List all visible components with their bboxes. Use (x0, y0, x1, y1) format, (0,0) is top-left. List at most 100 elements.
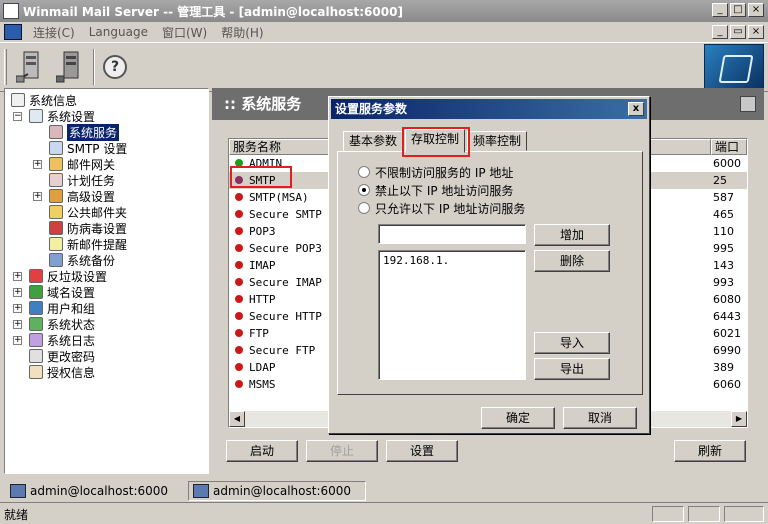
tree-label: 授权信息 (47, 365, 96, 380)
scroll-left-arrow[interactable]: ◀ (229, 411, 245, 427)
expand-toggle[interactable]: + (33, 160, 42, 169)
antivirus-icon (49, 221, 63, 235)
mdi-minimize-button[interactable]: _ (712, 25, 728, 39)
window-title: Winmail Mail Server -- 管理工具 - [admin@loc… (23, 4, 403, 19)
expand-toggle[interactable]: + (13, 288, 22, 297)
tree-label: 系统状态 (47, 317, 96, 332)
service-name: FTP (249, 327, 269, 340)
tree-item-public-folders[interactable]: 公共邮件夹 (49, 204, 127, 220)
tree-item-system-services[interactable]: 系统服务 (49, 123, 120, 141)
refresh-button[interactable]: 刷新 (674, 440, 746, 462)
smtp-highlight-box (230, 166, 292, 188)
status-dot-icon (235, 227, 243, 235)
dialog-title-bar: 设置服务参数 x (331, 99, 647, 119)
stop-button[interactable]: 停止 (306, 440, 378, 462)
tree-label: 系统日志 (47, 333, 96, 348)
radio-button[interactable] (358, 166, 370, 178)
import-button[interactable]: 导入 (534, 332, 610, 354)
export-button[interactable]: 导出 (534, 358, 610, 380)
radio-deny-listed[interactable]: 禁止以下 IP 地址访问服务 (358, 182, 513, 198)
settings-folder-icon (29, 109, 43, 123)
backup-icon (49, 253, 63, 267)
delete-button[interactable]: 删除 (534, 250, 610, 272)
tab-basic-params[interactable]: 基本参数 (343, 131, 404, 151)
expand-toggle[interactable]: + (13, 336, 22, 345)
nav-tree[interactable]: 系统信息 − 系统设置 系统服务 SMTP 设置 + 邮件网关 计划任务 + 高… (4, 88, 209, 474)
status-dot-icon (235, 346, 243, 354)
expand-toggle[interactable]: + (13, 272, 22, 281)
radio-button[interactable] (358, 202, 370, 214)
disconnect-button[interactable] (54, 47, 88, 87)
radio-no-limit[interactable]: 不限制访问服务的 IP 地址 (358, 164, 513, 180)
tree-item-change-password[interactable]: 更改密码 (29, 348, 95, 364)
tree-item-antispam[interactable]: 反垃圾设置 (29, 268, 107, 284)
tree-item-system-backup[interactable]: 系统备份 (49, 252, 115, 268)
menu-window[interactable]: 窗口(W) (159, 23, 210, 42)
tree-item-system-info[interactable]: 系统信息 (11, 92, 77, 108)
tree-item-domains[interactable]: 域名设置 (29, 284, 95, 300)
expand-toggle[interactable]: + (33, 192, 42, 201)
tree-item-system-status[interactable]: 系统状态 (29, 316, 95, 332)
mdi-restore-button[interactable]: ▭ (730, 25, 746, 39)
add-button[interactable]: 增加 (534, 224, 610, 246)
ip-address-input[interactable] (378, 224, 526, 244)
collapse-toggle[interactable]: − (13, 112, 22, 121)
tree-item-scheduled-tasks[interactable]: 计划任务 (49, 172, 115, 188)
settings-button[interactable]: 设置 (386, 440, 458, 462)
menu-language[interactable]: Language (86, 24, 151, 40)
info-icon (11, 93, 25, 107)
start-button[interactable]: 启动 (226, 440, 298, 462)
close-button[interactable]: × (748, 3, 764, 17)
access-control-page: 不限制访问服务的 IP 地址 禁止以下 IP 地址访问服务 只允许以下 IP 地… (337, 151, 643, 395)
radio-label: 只允许以下 IP 地址访问服务 (375, 201, 526, 216)
menu-connect[interactable]: 连接(C) (30, 23, 78, 42)
advanced-icon (49, 189, 63, 203)
service-port: 389 (713, 361, 734, 374)
antispam-icon (29, 269, 43, 283)
maximize-button[interactable]: □ (730, 3, 746, 17)
help-button[interactable]: ? (98, 47, 132, 87)
title-bar: Winmail Mail Server -- 管理工具 - [admin@loc… (0, 0, 768, 22)
ok-button[interactable]: 确定 (481, 407, 555, 429)
ip-list[interactable]: 192.168.1. (378, 250, 526, 380)
scroll-right-arrow[interactable]: ▶ (731, 411, 747, 427)
service-name: POP3 (249, 225, 276, 238)
radio-allow-listed[interactable]: 只允许以下 IP 地址访问服务 (358, 200, 525, 216)
column-header-port[interactable]: 端口 (711, 139, 747, 155)
mdi-child-icon (4, 24, 22, 40)
connection-tab[interactable]: admin@localhost:6000 (6, 481, 184, 501)
tree-item-system-settings[interactable]: 系统设置 (29, 108, 95, 124)
tree-item-users-groups[interactable]: 用户和组 (29, 300, 95, 316)
expand-toggle[interactable]: + (13, 304, 22, 313)
minimize-button[interactable]: _ (712, 3, 728, 17)
radio-button[interactable] (358, 184, 370, 196)
dialog-close-button[interactable]: x (628, 102, 644, 116)
tree-item-advanced-settings[interactable]: 高级设置 (49, 188, 115, 204)
tree-item-system-logs[interactable]: 系统日志 (29, 332, 95, 348)
tree-label: 高级设置 (67, 189, 116, 204)
tree-label: 系统服务 (67, 123, 120, 141)
ip-list-item[interactable]: 192.168.1. (383, 254, 521, 267)
connect-button[interactable] (14, 47, 48, 87)
users-icon (29, 301, 43, 315)
service-port: 143 (713, 259, 734, 272)
service-name: IMAP (249, 259, 276, 272)
tree-item-smtp-settings[interactable]: SMTP 设置 (49, 140, 127, 156)
menu-help[interactable]: 帮助(H) (218, 23, 266, 42)
tab-rate-control[interactable]: 频率控制 (467, 131, 528, 151)
tree-item-license-info[interactable]: 授权信息 (29, 364, 95, 380)
password-icon (29, 349, 43, 363)
tree-item-antivirus[interactable]: 防病毒设置 (49, 220, 127, 236)
tree-label: 系统信息 (29, 93, 78, 108)
status-dot-icon (235, 210, 243, 218)
service-name: SMTP(MSA) (249, 191, 309, 204)
toolbar: ? (0, 42, 768, 92)
cancel-button[interactable]: 取消 (563, 407, 637, 429)
tree-item-new-mail-alert[interactable]: 新邮件提醒 (49, 236, 127, 252)
status-bar: 就绪 (0, 502, 768, 524)
tree-item-mail-gateway[interactable]: 邮件网关 (49, 156, 115, 172)
connection-tab[interactable]: admin@localhost:6000 (188, 481, 366, 501)
mdi-close-button[interactable]: × (748, 25, 764, 39)
expand-toggle[interactable]: + (13, 320, 22, 329)
tree-label: 公共邮件夹 (67, 205, 128, 220)
